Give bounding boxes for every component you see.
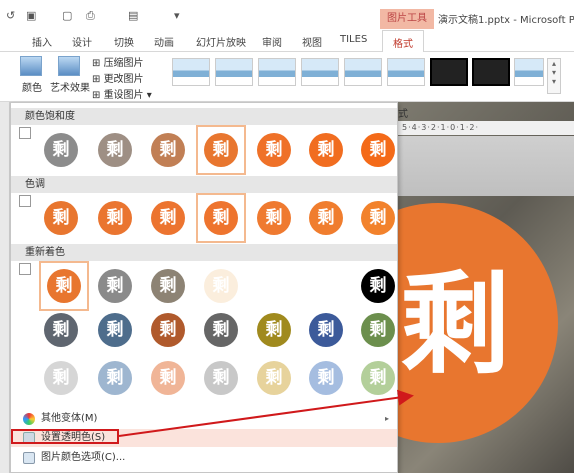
annotation-arrow: [118, 389, 414, 437]
screen: ↺ ▣ ▢ ⎙ ▤ ▾ 图片工具 演示文稿1.pptx - Microsoft …: [0, 0, 574, 473]
arrow-line: [118, 389, 414, 437]
